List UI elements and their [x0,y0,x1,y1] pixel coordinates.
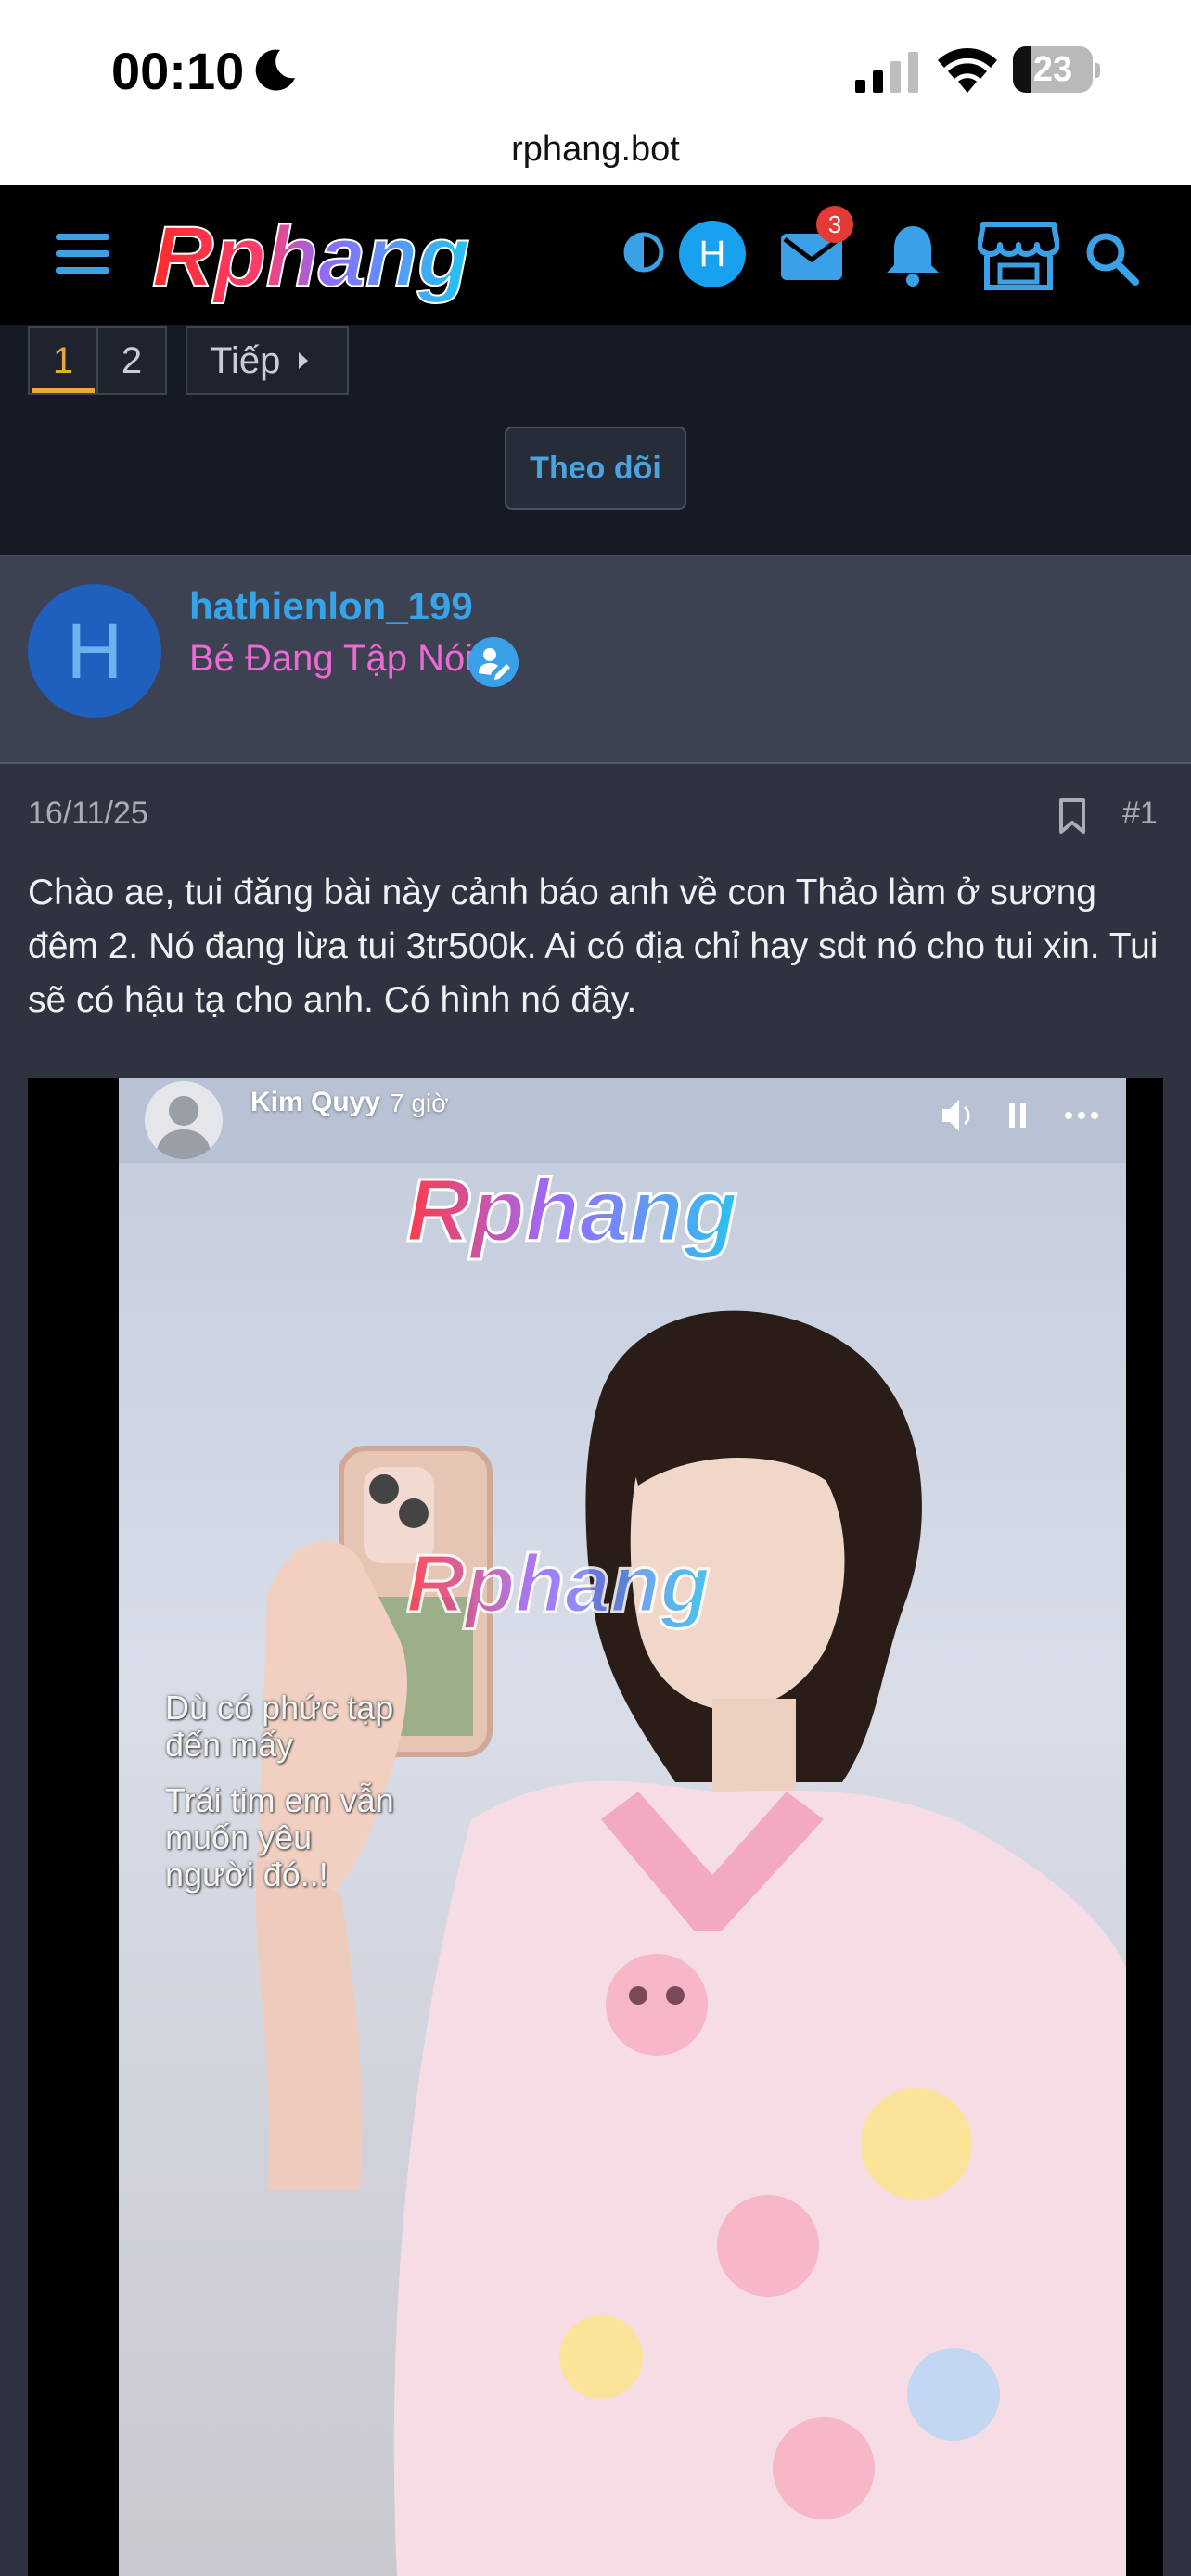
post-body: Chào ae, tui đăng bài này cảnh báo anh v… [28,873,1159,1020]
post-date[interactable]: 16/11/25 [28,796,148,832]
mail-badge: 3 [816,206,853,243]
watermark-middle: Rphang [405,1537,712,1631]
fb-post-time: 7 giờ [390,1089,449,1117]
author-title: Bé Đang Tập Nói [189,638,474,679]
image-caption-2: Trái tim em vẫn muốn yêu người đó..! [165,1781,394,1894]
next-page-label: Tiếp [210,340,281,381]
caret-right-icon [299,352,308,369]
post: 16/11/25 #1 Chào ae, tui đăng bài này cả… [0,764,1191,2576]
next-page-button[interactable]: Tiếp [186,326,349,395]
thread-pagination: 1 2 Tiếp Theo dõi [0,325,1191,555]
site-header: Rphang H 3 [0,185,1191,325]
svg-text:Rphang: Rphang [406,1161,737,1260]
fb-avatar [145,1081,223,1159]
follow-button[interactable]: Theo dõi [505,427,686,510]
search-icon[interactable] [1083,230,1139,286]
page-2-button[interactable]: 2 [96,326,167,395]
post-number[interactable]: #1 [1122,796,1158,832]
verified-badge-icon [468,637,519,687]
bookmark-icon[interactable] [1057,797,1087,835]
author-username[interactable]: hathienlon_199 [189,584,473,629]
current-page-indicator [32,388,95,393]
video-controls-icons [942,1100,1098,1131]
facebook-post-header: Kim Quyy 7 giờ [119,1078,1126,1161]
post-author-panel: H hathienlon_199 Bé Đang Tập Nói [0,555,1191,764]
bell-icon[interactable] [883,223,942,287]
battery-indicator: 23 [1013,46,1102,95]
post-image[interactable]: Kim Quyy 7 giờ Rphang Rphang Dù có phức … [28,1078,1163,2576]
svg-text:Rphang: Rphang [152,211,469,304]
moon-icon [255,49,295,91]
site-logo[interactable]: Rphang [148,211,584,304]
image-caption-1: Dù có phức tạp đến mấy [165,1689,394,1764]
watermark-top: Rphang [405,1161,739,1262]
store-icon[interactable] [978,219,1059,291]
theme-toggle-icon[interactable] [621,230,666,274]
fb-author-name: Kim Quyy [250,1087,381,1117]
cellular-signal-icon [855,52,918,93]
battery-percent: 23 [1032,50,1073,89]
page-1-button[interactable]: 1 [28,326,98,395]
address-bar[interactable]: rphang.bot [0,113,1191,185]
svg-text:Rphang: Rphang [406,1537,711,1629]
wifi-icon [938,48,997,93]
menu-icon[interactable] [56,234,109,274]
status-time: 00:10 [111,42,245,100]
account-avatar[interactable]: H [679,221,746,287]
author-avatar[interactable]: H [28,584,161,718]
